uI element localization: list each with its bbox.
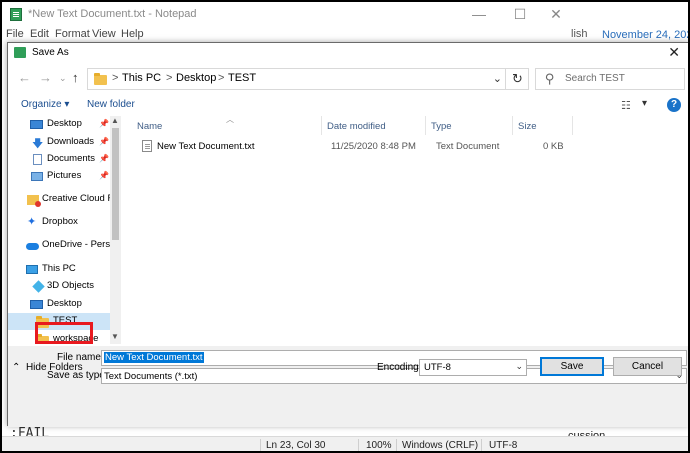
folder-icon: [94, 73, 107, 85]
help-icon[interactable]: ?: [667, 98, 681, 112]
save-as-type-value: Text Documents (*.txt): [104, 371, 198, 382]
menu-format[interactable]: Format: [55, 28, 90, 40]
status-position: Ln 23, Col 30: [266, 440, 326, 451]
view-dropdown-icon[interactable]: ▾: [642, 98, 647, 109]
pin-icon: 📌: [99, 137, 109, 146]
new-folder-button[interactable]: New folder: [87, 99, 135, 110]
nav-item-3d-objects[interactable]: 3D Objects: [8, 278, 110, 295]
dialog-title-bar: Save As ✕: [8, 43, 688, 63]
dropbox-icon: ✦: [27, 216, 37, 228]
maximize-icon[interactable]: ☐: [510, 5, 530, 23]
recent-locations-icon[interactable]: ⌄: [59, 73, 67, 84]
breadcrumb-desktop[interactable]: Desktop: [176, 72, 216, 84]
menu-view[interactable]: View: [92, 28, 116, 40]
search-icon: ⚲: [545, 71, 555, 86]
hide-folders-button[interactable]: ⌃ Hide Folders: [12, 362, 83, 373]
chevron-down-icon[interactable]: ⌄: [515, 361, 523, 372]
creative-cloud-icon: [27, 195, 41, 207]
notepad-icon: [10, 8, 22, 21]
menu-file[interactable]: File: [6, 28, 24, 40]
refresh-icon: ↻: [512, 71, 523, 86]
nav-item-pictures[interactable]: Pictures 📌: [8, 168, 110, 185]
column-type[interactable]: Type: [431, 121, 452, 132]
breadcrumb-test[interactable]: TEST: [228, 72, 256, 84]
status-zoom: 100%: [366, 440, 392, 451]
chevron-down-icon[interactable]: ⌄: [493, 72, 502, 85]
minimize-icon[interactable]: —: [469, 5, 489, 23]
refresh-button[interactable]: ↻: [505, 68, 529, 90]
search-placeholder: Search TEST: [565, 73, 625, 84]
nav-item-desktop-pc[interactable]: Desktop: [8, 296, 110, 313]
save-button[interactable]: Save: [540, 357, 604, 376]
view-options-icon[interactable]: ☷: [621, 99, 631, 112]
close-icon[interactable]: ✕: [546, 5, 566, 23]
pictures-icon: [31, 172, 43, 181]
nav-item-onedrive[interactable]: OneDrive - Persor: [8, 237, 119, 254]
column-name[interactable]: Name: [137, 121, 162, 132]
file-date: 11/25/2020 8:48 PM: [331, 141, 416, 152]
close-icon[interactable]: ✕: [668, 44, 680, 61]
scroll-up-icon[interactable]: ▲: [111, 116, 119, 125]
file-type: Text Document: [436, 141, 500, 152]
menu-help[interactable]: Help: [121, 28, 144, 40]
navigation-bar: ← → ⌄ ↑ > This PC > Desktop > TEST ⌄ ↻ ⚲…: [8, 65, 688, 93]
documents-icon: [33, 154, 42, 165]
encoding-value: UTF-8: [424, 362, 451, 373]
up-arrow-icon[interactable]: ↑: [72, 70, 79, 85]
screen: *New Text Document.txt - Notepad — ☐ ✕ F…: [0, 0, 690, 453]
status-line-ending: Windows (CRLF): [402, 440, 479, 451]
column-size[interactable]: Size: [518, 121, 536, 132]
notepad-title-bar: *New Text Document.txt - Notepad — ☐ ✕: [2, 2, 574, 26]
highlight-box: [35, 322, 93, 344]
dialog-toolbar: Organize ▾ New folder ☷ ▾ ?: [8, 95, 688, 115]
forward-arrow-icon[interactable]: →: [39, 70, 52, 85]
file-list: ︿ Name Date modified Type Size New Text …: [126, 115, 688, 344]
3d-objects-icon: [32, 280, 45, 293]
address-bar[interactable]: > This PC > Desktop > TEST ⌄ ↻: [87, 68, 529, 90]
dialog-title: Save As: [32, 47, 69, 58]
file-row[interactable]: New Text Document.txt 11/25/2020 8:48 PM…: [136, 138, 576, 156]
pin-icon: 📌: [99, 119, 109, 128]
desktop-icon: [30, 120, 43, 129]
scrollbar-thumb[interactable]: [112, 128, 119, 240]
scroll-down-icon[interactable]: ▼: [111, 332, 119, 341]
desktop-icon: [30, 300, 43, 309]
breadcrumb-this-pc[interactable]: This PC: [122, 72, 161, 84]
text-file-icon: [142, 140, 152, 152]
navigation-scrollbar[interactable]: ▲ ▼: [110, 116, 121, 344]
column-date-modified[interactable]: Date modified: [327, 121, 386, 132]
encoding-label: Encoding:: [377, 362, 422, 373]
notepad-status-bar: Ln 23, Col 30 100% Windows (CRLF) UTF-8: [2, 436, 688, 451]
file-name: New Text Document.txt: [157, 141, 255, 152]
pin-icon: 📌: [99, 154, 109, 163]
background-text: lish: [571, 28, 588, 40]
hide-folders-label: Hide Folders: [25, 362, 83, 373]
this-pc-icon: [26, 265, 38, 274]
organize-button[interactable]: Organize ▾: [21, 99, 69, 110]
nav-item-desktop[interactable]: Desktop 📌: [8, 116, 110, 133]
search-box[interactable]: ⚲ Search TEST: [535, 68, 685, 90]
nav-item-documents[interactable]: Documents 📌: [8, 151, 110, 168]
sort-arrow-icon: ︿: [226, 115, 234, 124]
back-arrow-icon[interactable]: ←: [18, 70, 31, 85]
nav-item-creative-cloud[interactable]: Creative Cloud Fil: [8, 191, 118, 208]
navigation-pane: Desktop 📌 🡇 Downloads 📌 Documents 📌 Pict…: [8, 116, 121, 344]
file-size: 0 KB: [543, 141, 564, 152]
encoding-select[interactable]: UTF-8 ⌄: [419, 359, 527, 376]
pin-icon: 📌: [99, 171, 109, 180]
nav-item-this-pc[interactable]: This PC: [8, 261, 110, 278]
chevron-up-icon: ⌃: [12, 362, 21, 373]
cancel-button[interactable]: Cancel: [613, 357, 682, 376]
file-name-value: New Text Document.txt: [104, 352, 204, 363]
notepad-title: *New Text Document.txt - Notepad: [28, 8, 197, 20]
onedrive-icon: [26, 243, 39, 250]
nav-item-downloads[interactable]: 🡇 Downloads 📌: [8, 134, 110, 151]
background-date-link[interactable]: November 24, 2020 8: [602, 29, 688, 41]
menu-edit[interactable]: Edit: [30, 28, 49, 40]
notepad-icon: [14, 47, 26, 58]
nav-item-dropbox[interactable]: ✦ Dropbox: [8, 214, 110, 231]
status-encoding: UTF-8: [489, 440, 518, 451]
